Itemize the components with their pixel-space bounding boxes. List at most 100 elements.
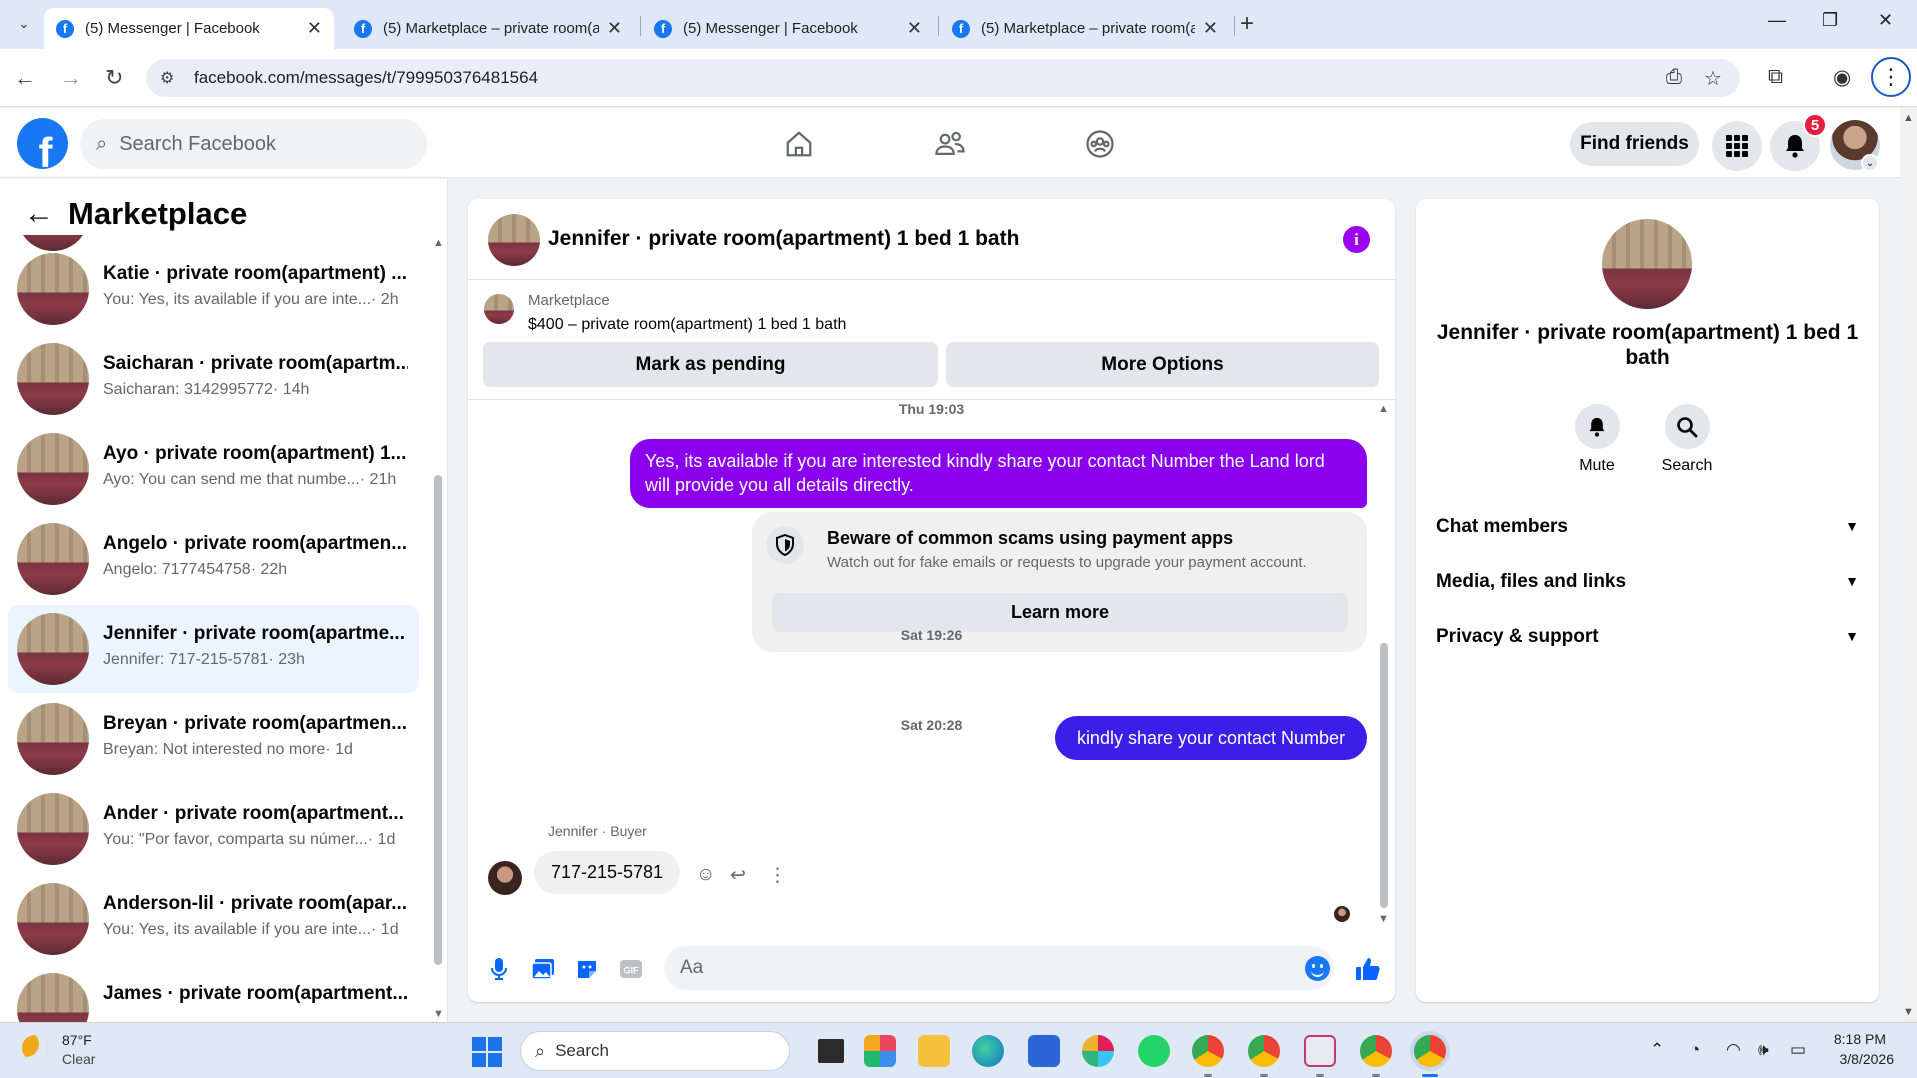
conversation-title[interactable]: Jennifer · private room(apartment) 1 bed… (548, 227, 1019, 251)
info-icon[interactable]: i (1343, 226, 1370, 253)
media-files-links-section[interactable]: Media, files and links ▼ (1436, 571, 1859, 601)
microphone-icon[interactable] (484, 954, 514, 984)
scroll-up-icon[interactable]: ▲ (1378, 403, 1389, 415)
listing-price-title[interactable]: $400 – private room(apartment) 1 bed 1 b… (528, 316, 846, 334)
bookmark-star-icon[interactable]: ☆ (1704, 66, 1722, 91)
address-bar[interactable]: ⚙ facebook.com/messages/t/79995037648156… (146, 59, 1740, 97)
chat-list-scrollbar[interactable]: ▲ ▼ (430, 235, 446, 1022)
volume-icon[interactable]: 🕪 (1758, 1040, 1769, 1060)
photo-attach-icon[interactable] (528, 954, 558, 984)
sticker-icon[interactable] (572, 954, 602, 984)
back-arrow-icon[interactable]: ← (14, 65, 36, 91)
conversation-item[interactable]: Ayo · private room(apartment) 1... Ayo: … (8, 425, 419, 513)
conversation-item[interactable]: Breyan · private room(apartmen... Breyan… (8, 695, 419, 783)
chat-members-section[interactable]: Chat members ▼ (1436, 516, 1859, 546)
network-status-icon[interactable]: ◔ (1690, 1040, 1700, 1060)
incoming-message[interactable]: 717-215-5781 (534, 851, 680, 894)
new-tab-icon[interactable]: + (1240, 10, 1254, 38)
friends-icon[interactable] (928, 122, 972, 166)
emoji-icon[interactable] (1305, 956, 1330, 981)
windows-start-icon[interactable] (472, 1037, 502, 1067)
more-actions-icon[interactable]: ⋮ (768, 864, 787, 887)
listing-thumbnail[interactable] (484, 294, 514, 324)
browser-tab-4[interactable]: f (5) Marketplace – private room(apa ✕ (940, 8, 1230, 49)
taskbar-search-box[interactable]: ⌕ Search (520, 1031, 790, 1071)
conversation-avatar[interactable] (488, 214, 540, 266)
scroll-down-icon[interactable]: ▼ (433, 1008, 444, 1020)
conversation-item[interactable]: James · private room(apartment... (8, 965, 419, 1022)
scrollbar-thumb[interactable] (434, 475, 442, 965)
mute-button[interactable]: Mute (1562, 404, 1632, 475)
groups-icon[interactable] (1078, 122, 1122, 166)
privacy-support-section[interactable]: Privacy & support ▼ (1436, 626, 1859, 656)
thumbs-up-icon[interactable] (1353, 954, 1383, 984)
browser-tab-1[interactable]: f (5) Messenger | Facebook ✕ (44, 8, 334, 49)
more-options-button[interactable]: More Options (946, 342, 1379, 387)
find-friends-button[interactable]: Find friends (1570, 122, 1699, 166)
scroll-down-icon[interactable]: ▼ (1378, 913, 1389, 925)
back-arrow-icon[interactable]: ← (24, 197, 54, 231)
tab-search-dropdown[interactable]: ⌄ (10, 10, 38, 38)
clock-time[interactable]: 8:18 PM (1822, 1031, 1886, 1047)
page-scrollbar[interactable]: ▲ ▼ (1900, 108, 1917, 1022)
sender-avatar[interactable] (488, 861, 522, 895)
conversation-item[interactable]: Katie · private room(apartment) ... You:… (8, 245, 419, 333)
forward-arrow-icon[interactable]: → (60, 65, 82, 91)
close-tab-icon[interactable]: ✕ (907, 18, 922, 39)
conversation-item[interactable]: Angelo · private room(apartmen... Angelo… (8, 515, 419, 603)
browser-menu-icon[interactable]: ⋮ (1871, 57, 1911, 97)
edge-browser-icon[interactable] (972, 1035, 1004, 1067)
file-explorer-icon[interactable] (918, 1035, 950, 1067)
microsoft-365-icon[interactable] (864, 1035, 896, 1067)
outgoing-message[interactable]: Yes, its available if you are interested… (630, 439, 1367, 508)
url-text[interactable]: facebook.com/messages/t/799950376481564 (194, 68, 538, 88)
extensions-puzzle-icon[interactable]: ⧉ (1768, 65, 1783, 89)
facebook-search-input[interactable]: ⌕ Search Facebook (80, 119, 427, 169)
reply-icon[interactable]: ↩ (730, 864, 746, 887)
menu-grid-icon[interactable] (1712, 121, 1762, 171)
clock-date[interactable]: 3/8/2026 (1822, 1051, 1895, 1067)
listing-avatar[interactable] (1602, 219, 1692, 309)
weather-condition[interactable]: Clear (62, 1051, 95, 1067)
slack-icon[interactable] (1082, 1035, 1114, 1067)
scroll-up-icon[interactable]: ▲ (1903, 112, 1914, 124)
site-settings-icon[interactable]: ⚙ (160, 68, 174, 88)
message-input[interactable]: Aa (664, 946, 1334, 990)
gif-icon[interactable]: GIF (616, 954, 646, 984)
chrome-active-icon[interactable] (1414, 1035, 1446, 1067)
mark-as-pending-button[interactable]: Mark as pending (483, 342, 938, 387)
show-hidden-icons-chevron-icon[interactable]: ⌃ (1650, 1040, 1664, 1060)
restore-window-icon[interactable]: ❐ (1822, 10, 1838, 31)
account-chevron-icon[interactable]: ⌄ (1861, 154, 1879, 172)
chrome-profile-2-icon[interactable] (1248, 1035, 1280, 1067)
whatsapp-icon[interactable] (1138, 1035, 1170, 1067)
conversation-item[interactable]: Saicharan · private room(apartm... Saich… (8, 335, 419, 423)
snipping-tool-icon[interactable] (1304, 1035, 1336, 1067)
task-view-icon[interactable] (818, 1039, 844, 1063)
weather-temperature[interactable]: 87°F (62, 1032, 92, 1048)
close-tab-icon[interactable]: ✕ (1203, 18, 1218, 39)
home-icon[interactable] (777, 122, 821, 166)
close-tab-icon[interactable]: ✕ (607, 18, 622, 39)
battery-icon[interactable]: ▭ (1790, 1040, 1806, 1060)
chrome-profile-3-icon[interactable] (1360, 1035, 1392, 1067)
scroll-down-icon[interactable]: ▼ (1903, 1006, 1914, 1018)
scroll-up-icon[interactable]: ▲ (433, 237, 444, 249)
chrome-profile-1-icon[interactable] (1192, 1035, 1224, 1067)
moon-weather-icon[interactable] (22, 1035, 48, 1061)
thread-scrollbar[interactable]: ▲ ▼ (1376, 403, 1392, 925)
minimize-window-icon[interactable]: — (1768, 10, 1786, 31)
profile-icon[interactable]: ◉ (1833, 65, 1851, 90)
close-window-icon[interactable]: ✕ (1878, 10, 1893, 31)
install-app-icon[interactable]: ⎙ (1666, 66, 1682, 89)
search-in-conversation-button[interactable]: Search (1652, 404, 1722, 475)
browser-tab-3[interactable]: f (5) Messenger | Facebook ✕ (642, 8, 934, 49)
conversation-item[interactable]: Anderson-lil · private room(apar... You:… (8, 875, 419, 963)
browser-tab-2[interactable]: f (5) Marketplace – private room(apa ✕ (342, 8, 634, 49)
conversation-item-active[interactable]: Jennifer · private room(apartme... Jenni… (8, 605, 419, 693)
wifi-icon[interactable]: ◠ (1726, 1040, 1741, 1060)
react-emoji-icon[interactable]: ☺ (696, 864, 715, 886)
scrollbar-thumb[interactable] (1380, 643, 1388, 908)
facebook-logo-icon[interactable]: f (17, 118, 68, 169)
close-tab-icon[interactable]: ✕ (307, 18, 322, 39)
